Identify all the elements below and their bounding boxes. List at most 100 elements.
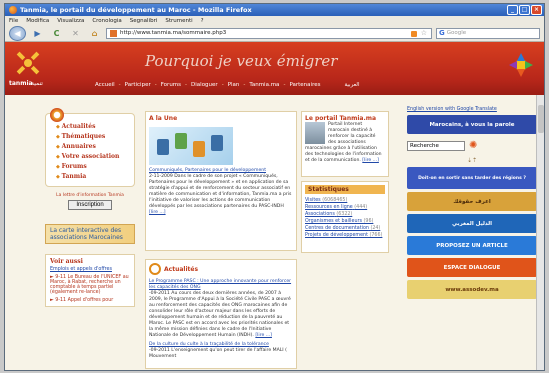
banner-assodev[interactable]: www.assodev.ma	[407, 280, 537, 299]
search-bar[interactable]: G Google	[436, 27, 540, 39]
left-menu: Actualités Thématiques Annuaires Votre a…	[45, 108, 135, 187]
menu-help[interactable]: ?	[201, 18, 204, 24]
maximize-button[interactable]: □	[519, 5, 530, 15]
stat-row[interactable]: Associations (6322)	[305, 211, 385, 218]
nav-partenaires[interactable]: Partenaires	[289, 82, 320, 88]
menu-bar: File Modifica Visualizza Cronologia Segn…	[5, 16, 544, 25]
site-favicon	[110, 29, 117, 37]
menu-item-tanmia[interactable]: Tanmia	[56, 172, 128, 182]
url-bar[interactable]: http://www.tanmia.ma/sommaire.php3 ☆	[106, 27, 432, 39]
menu-emblem-icon	[50, 108, 64, 122]
url-text: http://www.tanmia.ma/sommaire.php3	[120, 30, 227, 36]
stat-row[interactable]: Ressources en ligne (444)	[305, 204, 385, 211]
a-la-une-image[interactable]	[149, 127, 233, 165]
portal-box: Le portail Tanmia.ma Portail Internet ma…	[301, 111, 389, 177]
title-bar: Tanmia, le portail du développement au M…	[5, 4, 544, 16]
rss-icon[interactable]	[411, 30, 417, 37]
menu-item-votre-association[interactable]: Votre association	[56, 152, 128, 162]
firefox-icon	[9, 6, 17, 14]
nav-forums[interactable]: Forums	[161, 82, 181, 88]
main-area: Actualités Thématiques Annuaires Votre a…	[5, 95, 544, 370]
search-go-icon[interactable]: ✺	[469, 140, 477, 151]
page-content: tanmia تنمية Pourquoi je veux émigrer Ac…	[5, 42, 544, 370]
banner-dalil[interactable]: الدليل المغربي	[407, 214, 537, 233]
banner-article[interactable]: PROPOSEZ UN ARTICLE	[407, 236, 537, 255]
portal-thumbnail	[305, 122, 325, 144]
browser-window: Tanmia, le portail du développement au M…	[4, 3, 545, 371]
menu-modifica[interactable]: Modifica	[26, 18, 49, 24]
back-button[interactable]: ◀	[9, 25, 26, 41]
colorful-emblem-icon	[509, 53, 533, 77]
site-nav: Accueil - Participer - Forums - Dialoguer - …	[95, 82, 360, 88]
read-more-link[interactable]: [lire ...]	[255, 333, 272, 338]
banner-slogan: Pourquoi je veux émigrer	[145, 52, 338, 70]
banner-parole[interactable]: Marocains, à vous la parole	[407, 115, 537, 134]
voir-item[interactable]: ► 9-11 Le Bureau de l'UNICEF au Maroc, à…	[50, 275, 130, 295]
voir-aussi-heading: Voir aussi	[50, 258, 83, 265]
voir-item[interactable]: ► 9-11 Appel d'offres pour	[50, 298, 130, 303]
banner-question[interactable]: Doit-on en sortir sans tarder des région…	[407, 167, 537, 189]
menu-item-actualites[interactable]: Actualités	[56, 122, 128, 132]
bookmark-star-icon[interactable]: ☆	[421, 29, 427, 37]
a-la-une-heading: A la Une	[149, 115, 178, 122]
right-column: English version with Google Translate Ma…	[407, 107, 537, 299]
a-la-une-text: 2-11-2009 Dans le cadre de son projet « …	[149, 174, 292, 215]
logo-text: tanmia	[9, 80, 33, 87]
site-banner: tanmia تنمية Pourquoi je veux émigrer Ac…	[5, 42, 544, 95]
google-translate-link[interactable]: English version with Google Translate	[407, 107, 537, 112]
left-column: Actualités Thématiques Annuaires Votre a…	[45, 108, 135, 307]
menu-item-forums[interactable]: Forums	[56, 162, 128, 172]
center-column: A la Une Communiqués, Partenaires pour l…	[145, 111, 297, 369]
stat-row[interactable]: Visites (6068465)	[305, 197, 385, 204]
newsletter-label: La lettre d'information Tanmia	[56, 193, 124, 198]
voir-aussi-link[interactable]: Emplois et appels d'offres	[50, 267, 130, 272]
menu-strumenti[interactable]: Strumenti	[165, 18, 192, 24]
stat-row[interactable]: Organismes et bailleurs (96)	[305, 218, 385, 225]
actualites-box: Actualités Le Programme PASC : Une appro…	[145, 259, 297, 369]
nav-accueil[interactable]: Accueil	[95, 82, 115, 88]
google-icon: G	[439, 29, 445, 37]
news-text: -09-2011 Au cours des deux dernières ann…	[149, 291, 291, 338]
nav-plan[interactable]: Plan	[228, 82, 240, 88]
reload-button[interactable]: C	[49, 27, 64, 40]
actualites-icon	[149, 263, 161, 275]
forward-button[interactable]: ▶	[30, 27, 45, 40]
decorative-divider-icon: ⇣⇡	[466, 157, 478, 164]
stop-button[interactable]: ✕	[68, 27, 83, 40]
menu-file[interactable]: File	[9, 18, 18, 24]
news-link[interactable]: Le Programme PASC : Une approche innovan…	[149, 279, 293, 291]
a-la-une-box: A la Une Communiqués, Partenaires pour l…	[145, 111, 297, 251]
inscription-button[interactable]: Inscription	[68, 200, 112, 210]
minimize-button[interactable]: _	[507, 5, 518, 15]
tanmia-logo	[16, 51, 40, 75]
menu-item-thematiques[interactable]: Thématiques	[56, 132, 128, 142]
menu-visualizza[interactable]: Visualizza	[57, 18, 84, 24]
search-placeholder: Google	[446, 30, 467, 36]
stats-box: Statistiques Visites (6068465) Ressource…	[301, 181, 389, 253]
close-button[interactable]: ×	[531, 5, 542, 15]
site-search-input[interactable]	[407, 140, 465, 151]
actualites-heading: Actualités	[164, 265, 199, 273]
portal-column: Le portail Tanmia.ma Portail Internet ma…	[301, 111, 389, 253]
carte-banner[interactable]: La carte interactive des associations Ma…	[45, 224, 135, 244]
stat-row[interactable]: Centres de documentation (24)	[305, 225, 385, 232]
menu-cronologia[interactable]: Cronologia	[92, 18, 121, 24]
news-text: -09-2011 L'enseignement qu'on peut tirer…	[149, 348, 287, 359]
banner-dialogue[interactable]: ESPACE DIALOGUE	[407, 258, 537, 277]
stats-heading: Statistiques	[305, 185, 385, 194]
portal-heading: Le portail Tanmia.ma	[305, 115, 377, 122]
banner-droits[interactable]: اعرف حقوقك	[407, 192, 537, 211]
stat-row[interactable]: Projets de développement (766)	[305, 232, 385, 239]
vertical-scrollbar[interactable]	[536, 95, 544, 370]
read-more-link[interactable]: [lire ...]	[149, 210, 166, 215]
nav-dialoguer[interactable]: Dialoguer	[191, 82, 218, 88]
nav-participer[interactable]: Participer	[125, 82, 151, 88]
read-more-link[interactable]: [lire ...]	[362, 158, 379, 163]
voir-aussi-box: Voir aussi Emplois et appels d'offres ► …	[45, 254, 135, 307]
menu-item-annuaires[interactable]: Annuaires	[56, 142, 128, 152]
scrollbar-thumb[interactable]	[538, 105, 544, 133]
home-button[interactable]: ⌂	[87, 27, 102, 40]
nav-tanmia[interactable]: Tanmia.ma	[249, 82, 279, 88]
nav-arabic[interactable]: العربية	[344, 82, 359, 88]
menu-segnalibri[interactable]: Segnalibri	[130, 18, 158, 24]
